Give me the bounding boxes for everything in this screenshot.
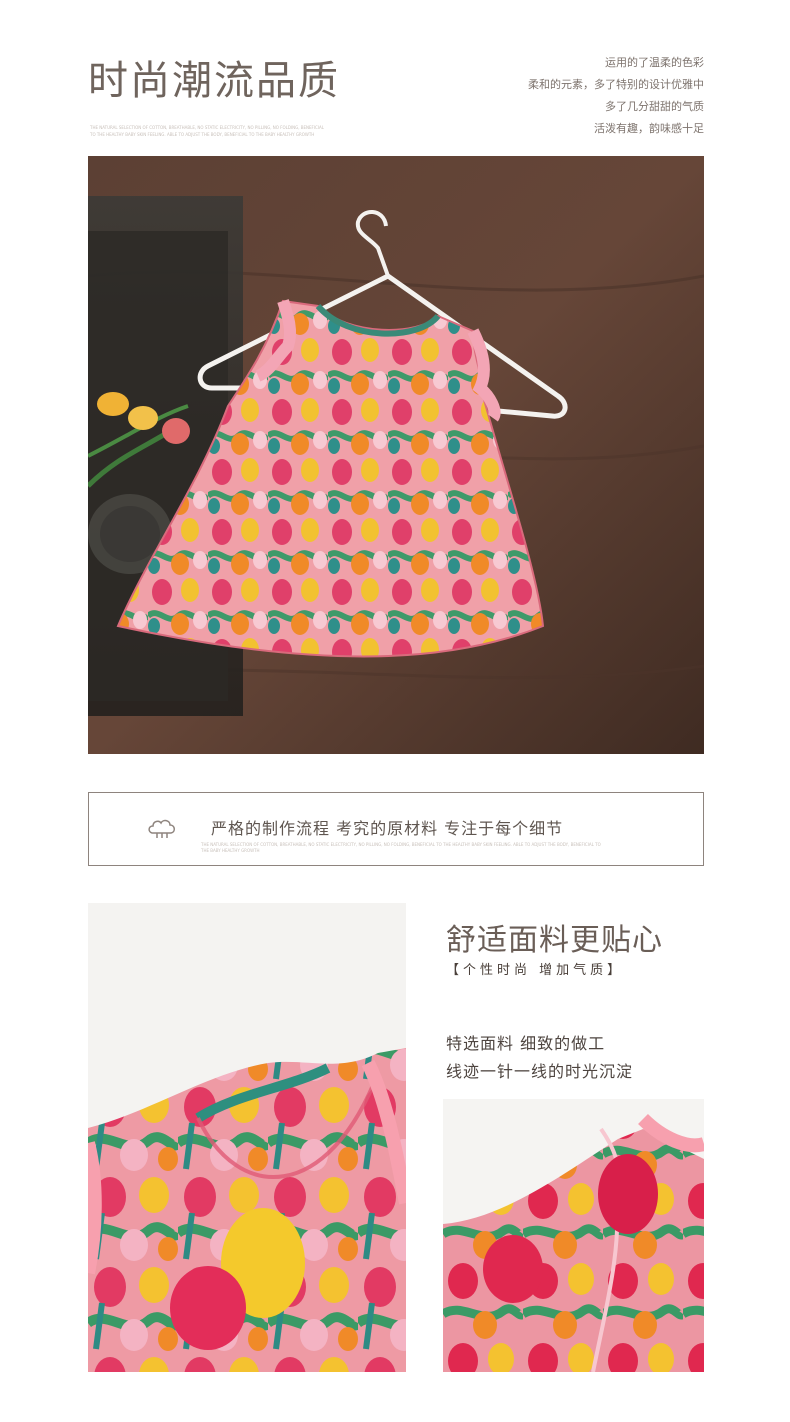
section-body-line: 线迹一针一线的时光沉淀 [446,1062,634,1081]
description-line: 多了几分甜甜的气质 [605,100,704,113]
description-lines: 运用的了温柔的色彩 柔和的元素，多了特别的设计优雅中 多了几分甜甜的气质 活泼有… [528,52,704,140]
banner-tiny-caption: THE NATURAL SELECTION OF COTTON, BREATHA… [201,842,601,853]
product-photo-dress-on-hanger [88,156,704,754]
description-line: 柔和的元素，多了特别的设计优雅中 [528,78,704,91]
craftsmanship-banner: 严格的制作流程 考究的原材料 专注于每个细节 THE NATURAL SELEC… [88,792,704,866]
banner-text: 严格的制作流程 考究的原材料 专注于每个细节 [211,819,564,838]
section-subtitle: 【个性时尚 增加气质】 [446,963,625,978]
product-photo-back-detail [443,1099,704,1372]
tiny-caption: THE NATURAL SELECTION OF COTTON, BREATHA… [90,125,324,137]
product-photo-collar-detail [88,903,406,1372]
cotton-icon [147,817,177,839]
description-line: 运用的了温柔的色彩 [605,56,704,69]
page-title: 时尚潮流品质 [88,58,340,104]
section-title: 舒适面料更贴心 [446,923,663,958]
section-body-line: 特选面料 细致的做工 [446,1034,606,1053]
description-line: 活泼有趣，韵味感十足 [594,122,704,135]
